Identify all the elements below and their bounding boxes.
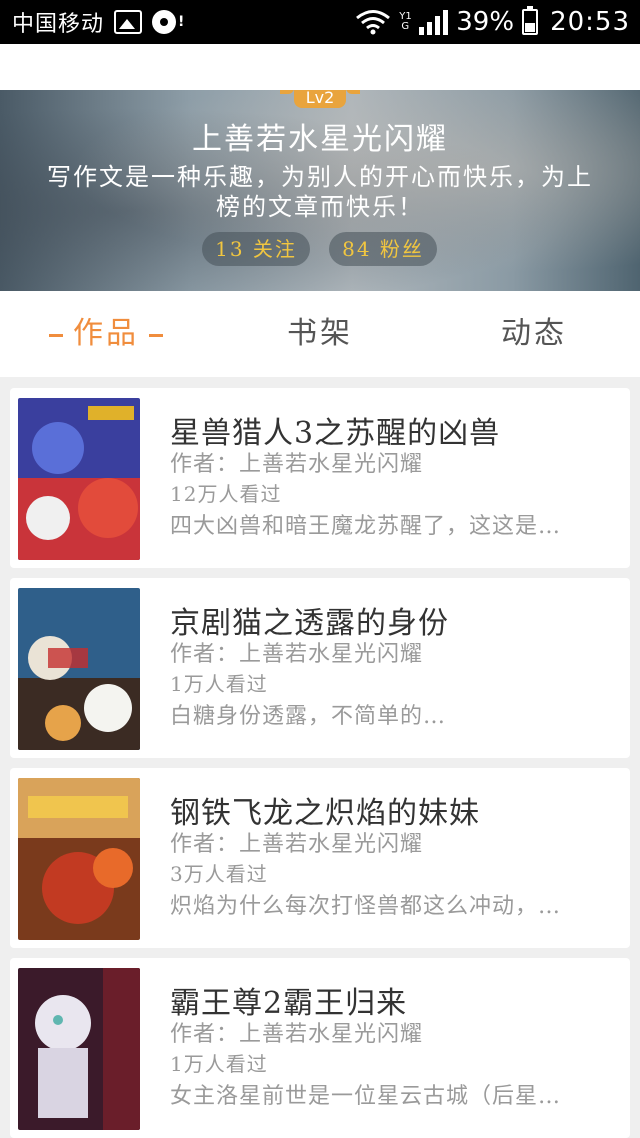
signal-strength-icon xyxy=(419,9,449,35)
status-bar: 中国移动 ! Y1 G 39% 20:53 xyxy=(0,0,640,44)
battery-icon xyxy=(522,6,539,35)
tab-bookshelf[interactable]: 书架 xyxy=(250,291,390,377)
header-strip xyxy=(0,44,640,90)
work-description: 女主洛星前世是一位星云古城（后星… xyxy=(170,1084,562,1109)
level-badge: Lv2 xyxy=(280,90,360,108)
network-type-indicator: Y1 G xyxy=(399,11,412,32)
work-description: 炽焰为什么每次打怪兽都这么冲动，… xyxy=(170,894,562,919)
profile-bio: 写作文是一种乐趣，为别人的开心而快乐，为上榜的文章而快乐！ xyxy=(47,163,593,221)
fans-count-button[interactable]: 84 粉丝 xyxy=(329,232,437,266)
wifi-icon xyxy=(356,10,391,35)
work-cover-image xyxy=(18,588,140,750)
work-view-count: 3万人看过 xyxy=(170,862,268,886)
tab-bookshelf-label: 书架 xyxy=(287,316,353,351)
alert-icon: ! xyxy=(178,14,185,30)
tab-activity[interactable]: 动态 xyxy=(464,291,604,377)
work-author: 作者：上善若水星光闪耀 xyxy=(170,1022,424,1047)
work-item[interactable]: 钢铁飞龙之炽焰的妹妹 作者：上善若水星光闪耀 3万人看过 炽焰为什么每次打怪兽都… xyxy=(10,768,630,948)
work-author: 作者：上善若水星光闪耀 xyxy=(170,832,424,857)
carrier-name: 中国移动 xyxy=(12,12,105,37)
tab-active-indicator-right xyxy=(149,333,163,337)
tab-activity-label: 动态 xyxy=(501,316,567,351)
work-author: 作者：上善若水星光闪耀 xyxy=(170,452,424,477)
tab-works[interactable]: 作品 xyxy=(36,291,176,377)
profile-tabs: 作品 书架 动态 xyxy=(0,291,640,377)
profile-username: 上善若水星光闪耀 xyxy=(192,122,448,157)
work-view-count: 1万人看过 xyxy=(170,672,268,696)
work-author: 作者：上善若水星光闪耀 xyxy=(170,642,424,667)
following-count-button[interactable]: 13 关注 xyxy=(202,232,310,266)
work-cover-image xyxy=(18,778,140,940)
work-view-count: 12万人看过 xyxy=(170,482,282,506)
battery-percent: 39% xyxy=(456,7,515,37)
work-item[interactable]: 霸王尊2霸王归来 作者：上善若水星光闪耀 1万人看过 女主洛星前世是一位星云古城… xyxy=(10,958,630,1138)
work-view-count: 1万人看过 xyxy=(170,1052,268,1076)
profile-banner: Lv2 上善若水星光闪耀 写作文是一种乐趣，为别人的开心而快乐，为上榜的文章而快… xyxy=(0,90,640,291)
gallery-notification-icon xyxy=(114,10,143,34)
work-description: 白糖身份透露，不简单的… xyxy=(170,704,447,729)
work-description: 四大凶兽和暗王魔龙苏醒了，这这是… xyxy=(170,514,562,539)
clock: 20:53 xyxy=(550,7,630,37)
music-notification-icon xyxy=(152,10,177,34)
work-cover-image xyxy=(18,968,140,1130)
tab-active-indicator-left xyxy=(49,333,63,337)
work-item[interactable]: 星兽猎人3之苏醒的凶兽 作者：上善若水星光闪耀 12万人看过 四大凶兽和暗王魔龙… xyxy=(10,388,630,568)
work-cover-image xyxy=(18,398,140,560)
work-item[interactable]: 京剧猫之透露的身份 作者：上善若水星光闪耀 1万人看过 白糖身份透露，不简单的… xyxy=(10,578,630,758)
tab-works-label: 作品 xyxy=(73,316,139,351)
